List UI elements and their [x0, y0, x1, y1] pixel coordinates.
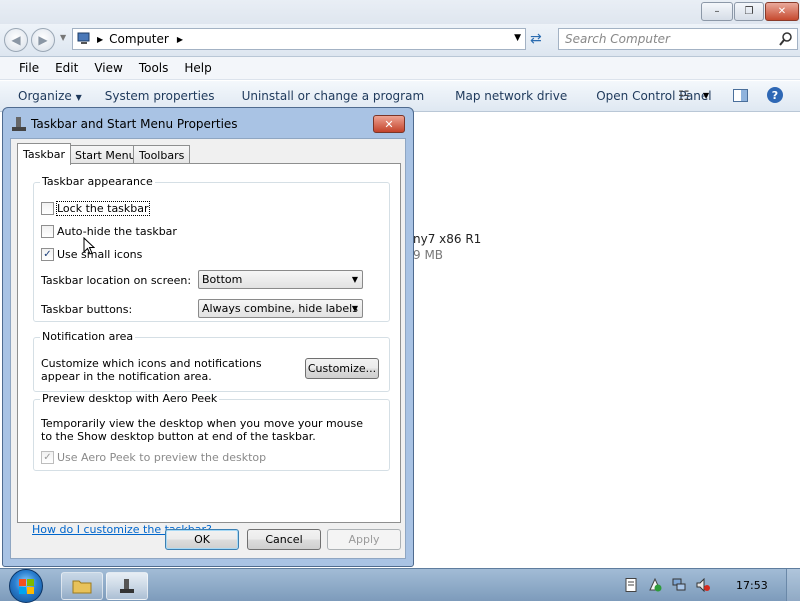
open-control-panel-button[interactable]: Open Control Panel	[576, 89, 720, 103]
menu-edit[interactable]: Edit	[47, 61, 86, 75]
autohide-taskbar-box	[41, 225, 54, 238]
close-button[interactable]: ✕	[765, 2, 799, 21]
taskbar-clock[interactable]: 17:53	[736, 579, 768, 592]
computer-icon	[77, 32, 90, 44]
aero-peek-description: Temporarily view the desktop when you mo…	[41, 417, 363, 443]
menu-view[interactable]: View	[86, 61, 130, 75]
search-input[interactable]: Search Computer	[558, 28, 798, 50]
dialog-body: Taskbar Start Menu Toolbars Taskbar appe…	[10, 138, 406, 559]
taskbar-location-select[interactable]: Bottom ▼	[198, 270, 363, 289]
notification-area-description: Customize which icons and notifications …	[41, 357, 262, 383]
lock-taskbar-box	[41, 202, 54, 215]
windows-taskbar: 17:53	[0, 568, 800, 603]
breadcrumb-chevron-icon[interactable]: ▶	[177, 35, 183, 44]
action-center-icon[interactable]	[648, 578, 662, 592]
search-placeholder: Search Computer	[565, 32, 670, 46]
back-arrow-icon: ◀	[11, 33, 21, 47]
taskbar-buttons-value: Always combine, hide labels	[202, 302, 358, 315]
uninstall-program-button[interactable]: Uninstall or change a program	[224, 89, 434, 103]
organize-label: Organize	[18, 89, 72, 103]
address-bar-row: ◀ ▶ ▼ ▶ Computer ▶ ▼ ⇄ Search Computer	[0, 24, 800, 57]
network-icon[interactable]	[672, 578, 686, 592]
preview-pane-icon[interactable]	[733, 89, 749, 103]
show-desktop-button[interactable]	[786, 569, 800, 601]
windows-logo-icon	[19, 579, 26, 586]
start-button[interactable]	[9, 569, 43, 603]
taskbar-location-value: Bottom	[202, 273, 243, 286]
organize-button[interactable]: Organize ▼	[0, 89, 91, 103]
autohide-taskbar-checkbox[interactable]: Auto-hide the taskbar	[41, 225, 177, 238]
drive-name[interactable]: ny7 x86 R1	[413, 232, 481, 246]
volume-muted-icon[interactable]	[696, 578, 710, 592]
address-field[interactable]: ▶ Computer ▶ ▼	[72, 28, 526, 50]
taskbar-buttons-select[interactable]: Always combine, hide labels ▼	[198, 299, 363, 318]
tab-toolbars[interactable]: Toolbars	[133, 145, 191, 164]
close-icon: ✕	[384, 117, 394, 131]
drive-size: 9 MB	[413, 248, 444, 262]
dialog-titlebar[interactable]: Taskbar and Start Menu Properties ✕	[3, 108, 413, 138]
view-options-icon[interactable]: ☷	[678, 89, 690, 104]
search-icon[interactable]	[779, 32, 793, 46]
breadcrumb-separator-icon[interactable]: ▶	[97, 35, 103, 44]
explorer-titlebar: – ❐ ✕	[0, 0, 800, 24]
menu-bar: File Edit View Tools Help	[0, 57, 800, 80]
location-dropdown-arrow-icon: ▼	[351, 275, 358, 284]
refresh-icon[interactable]: ⇄	[530, 31, 542, 47]
aero-peek-checkbox[interactable]: ✓ Use Aero Peek to preview the desktop	[41, 451, 266, 464]
autohide-taskbar-label: Auto-hide the taskbar	[57, 225, 177, 238]
map-network-drive-button[interactable]: Map network drive	[433, 89, 576, 103]
organize-chevron-icon: ▼	[75, 93, 82, 102]
aero-peek-legend: Preview desktop with Aero Peek	[40, 392, 220, 405]
lock-taskbar-label: Lock the taskbar	[56, 201, 150, 216]
mouse-cursor-icon	[83, 237, 95, 255]
small-icons-box: ✓	[41, 248, 54, 261]
tab-start-menu[interactable]: Start Menu	[69, 145, 142, 164]
taskbar-tab-panel: Taskbar appearance Lock the taskbar Auto…	[17, 163, 401, 536]
taskbar-properties-icon	[12, 117, 26, 131]
help-icon[interactable]: ?	[767, 87, 783, 103]
aero-peek-box: ✓	[41, 451, 54, 464]
view-options-chevron-icon[interactable]: ▼	[703, 91, 709, 100]
menu-file[interactable]: File	[0, 61, 47, 75]
buttons-dropdown-arrow-icon: ▼	[351, 304, 358, 313]
menu-tools[interactable]: Tools	[131, 61, 177, 75]
dialog-title: Taskbar and Start Menu Properties	[31, 117, 238, 131]
lock-taskbar-checkbox[interactable]: Lock the taskbar	[41, 201, 150, 216]
notification-area-legend: Notification area	[40, 330, 136, 343]
tab-taskbar[interactable]: Taskbar	[17, 143, 71, 165]
taskbar-explorer-button[interactable]	[61, 572, 103, 600]
maximize-button[interactable]: ❐	[734, 2, 764, 21]
taskbar-properties-dialog: Taskbar and Start Menu Properties ✕ Task…	[2, 107, 414, 567]
customize-button[interactable]: Customize...	[305, 358, 379, 379]
taskbar-properties-icon	[120, 579, 134, 593]
menu-help[interactable]: Help	[176, 61, 219, 75]
folder-icon	[72, 580, 92, 594]
aero-peek-label: Use Aero Peek to preview the desktop	[57, 451, 267, 464]
cancel-button[interactable]: Cancel	[247, 529, 321, 550]
taskbar-appearance-legend: Taskbar appearance	[40, 175, 155, 188]
small-icons-label: Use small icons	[57, 248, 143, 261]
dialog-close-button[interactable]: ✕	[373, 115, 405, 133]
forward-arrow-icon: ▶	[38, 33, 48, 47]
taskbar-buttons-label: Taskbar buttons:	[41, 303, 133, 316]
address-dropdown-icon[interactable]: ▼	[514, 33, 521, 43]
document-tray-icon[interactable]	[624, 578, 638, 592]
breadcrumb-computer[interactable]: Computer	[109, 32, 169, 46]
recent-pages-chevron-icon[interactable]: ▼	[60, 33, 66, 42]
apply-button[interactable]: Apply	[327, 529, 401, 550]
minimize-button[interactable]: –	[701, 2, 733, 21]
taskbar-location-label: Taskbar location on screen:	[41, 274, 192, 287]
system-properties-button[interactable]: System properties	[91, 89, 224, 103]
taskbar-properties-button[interactable]	[106, 572, 148, 600]
forward-button[interactable]: ▶	[31, 28, 55, 52]
back-button[interactable]: ◀	[4, 28, 28, 52]
ok-button[interactable]: OK	[165, 529, 239, 550]
